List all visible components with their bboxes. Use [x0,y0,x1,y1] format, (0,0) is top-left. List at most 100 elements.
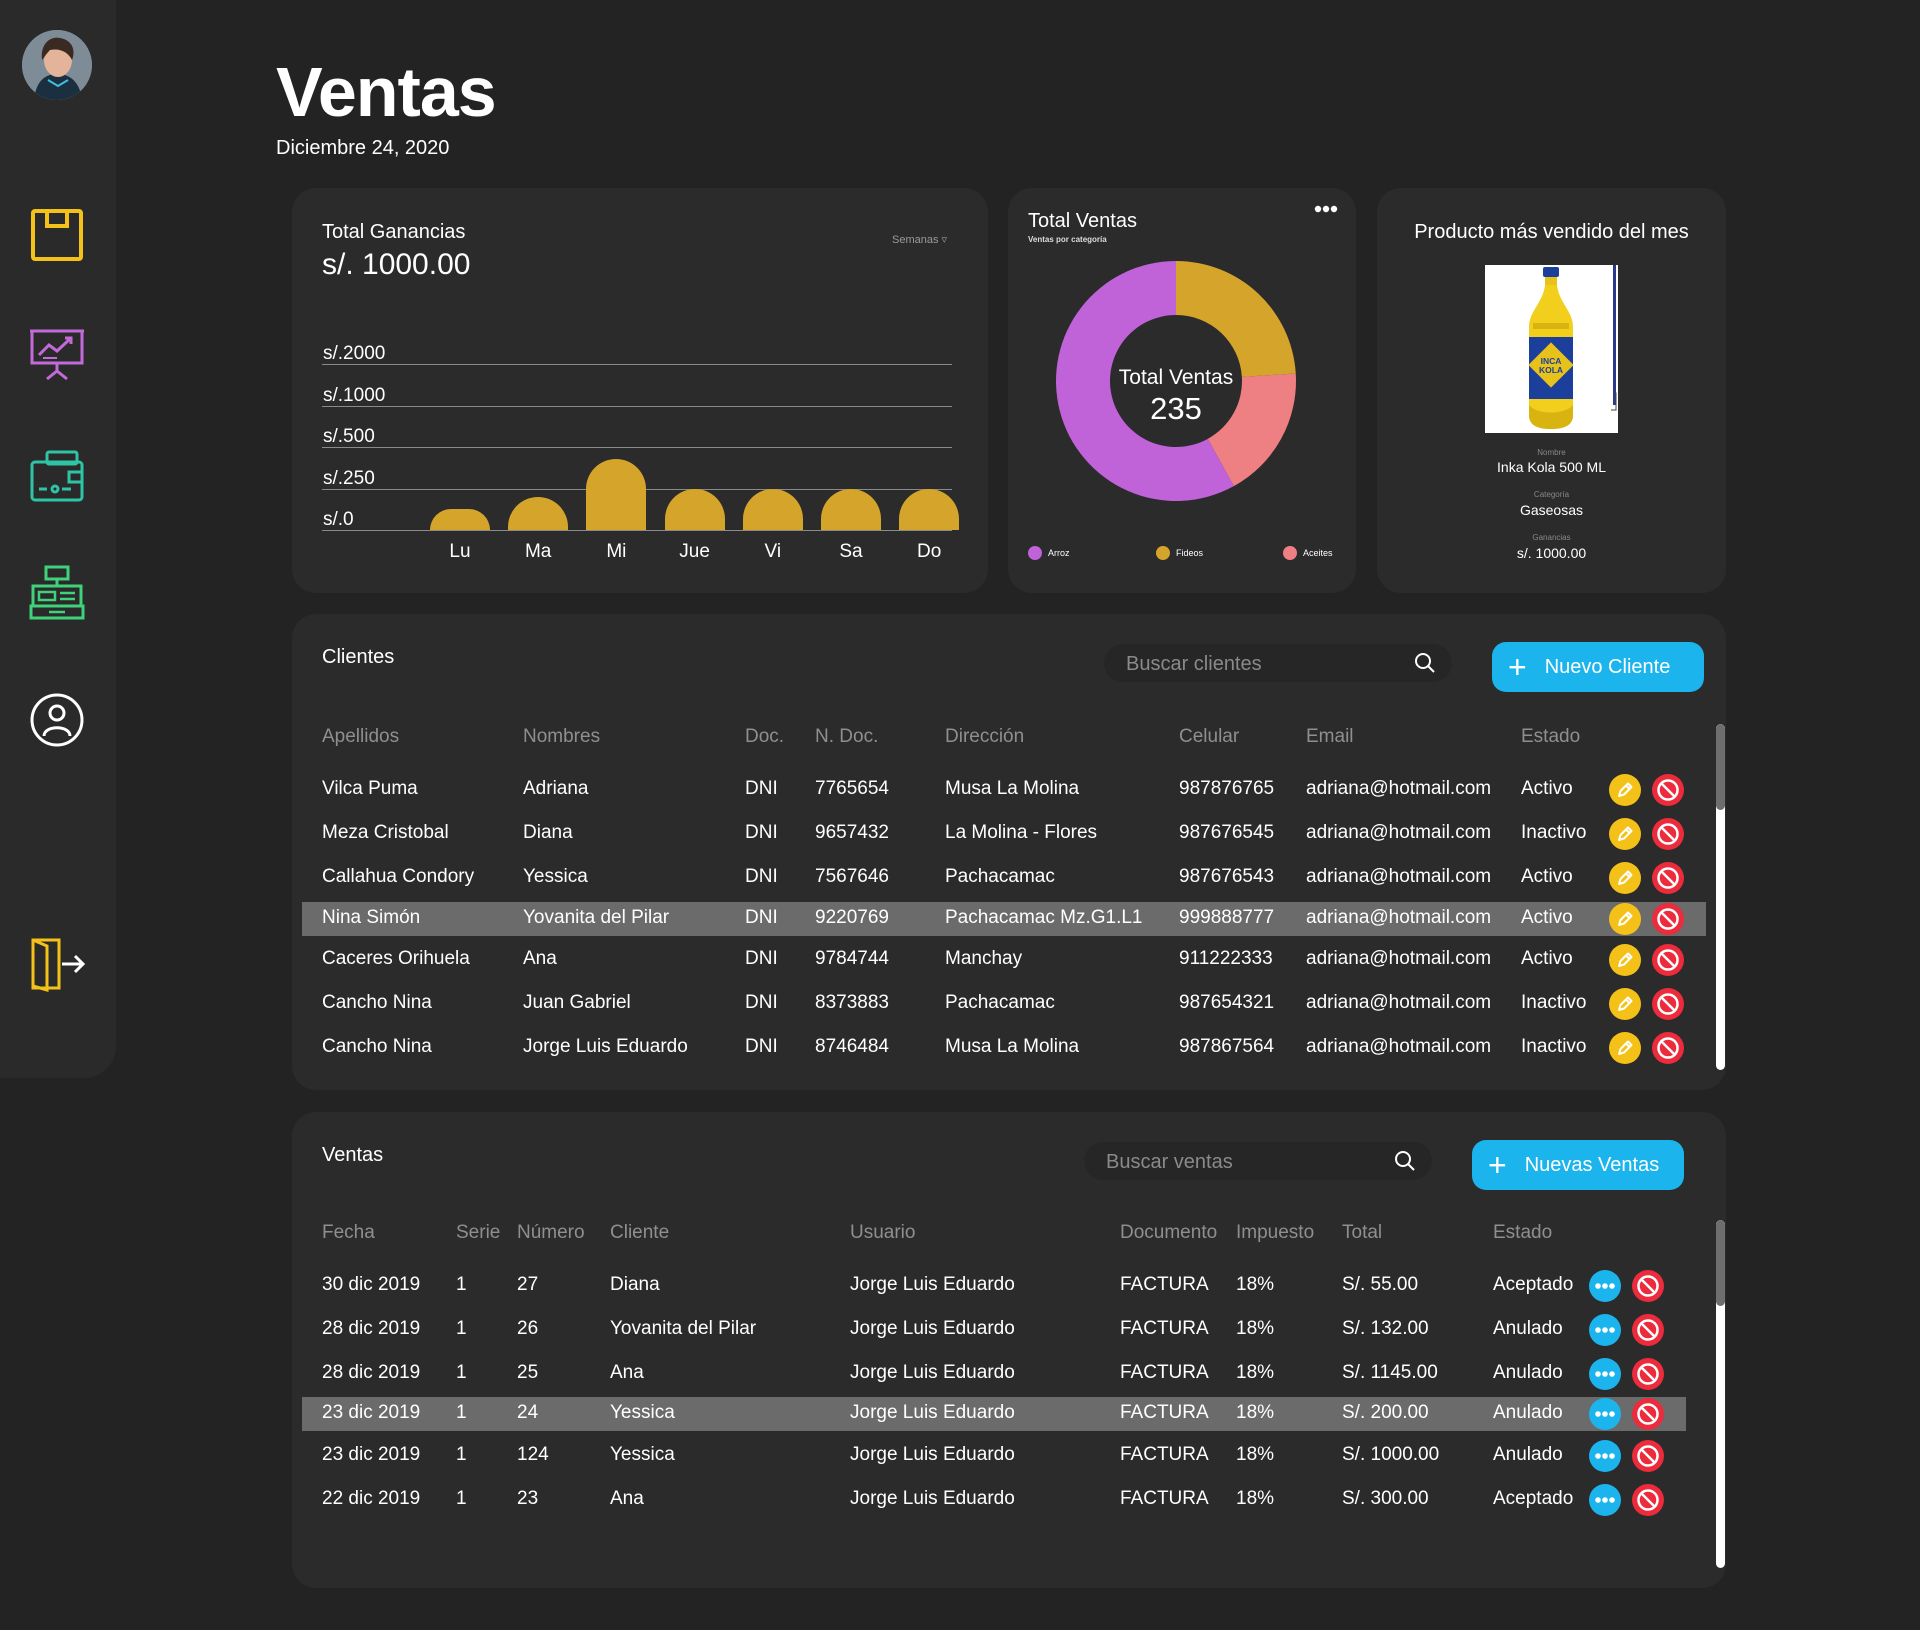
row-action-block[interactable] [1652,818,1684,850]
row-action-primary[interactable] [1589,1398,1621,1430]
edit-pencil-icon[interactable] [1609,774,1641,806]
more-horizontal-icon[interactable] [1589,1314,1621,1346]
more-horizontal-icon[interactable] [1589,1484,1621,1516]
presentation-chart-icon[interactable] [29,325,85,381]
bar-Jue[interactable] [664,488,725,530]
column-header-estado[interactable]: Estado [1493,1222,1552,1244]
column-header-serie[interactable]: Serie [456,1222,500,1244]
block-icon[interactable] [1652,818,1684,850]
column-header-ndoc[interactable]: N. Doc. [815,726,878,748]
row-action-block[interactable] [1652,903,1684,935]
block-icon[interactable] [1632,1398,1664,1430]
column-header-doc[interactable]: Doc. [745,726,784,748]
row-action-primary[interactable] [1609,903,1641,935]
row-action-primary[interactable] [1609,944,1641,976]
column-header-fecha[interactable]: Fecha [322,1222,375,1244]
block-icon[interactable] [1652,774,1684,806]
column-header-total[interactable]: Total [1342,1222,1382,1244]
row-action-block[interactable] [1652,774,1684,806]
row-action-block[interactable] [1652,862,1684,894]
bar-Vi[interactable] [742,488,803,530]
edit-pencil-icon[interactable] [1609,1032,1641,1064]
nuevo-cliente-button[interactable]: + Nuevo Cliente [1492,642,1704,692]
table-row[interactable]: 23 dic 2019 1 24 Yessica Jorge Luis Eduardo F… [302,1397,1686,1431]
column-header-numero[interactable]: Número [517,1222,585,1244]
bar-Lu[interactable] [430,509,490,530]
more-horizontal-icon[interactable] [1589,1358,1621,1390]
column-header-usuario[interactable]: Usuario [850,1222,915,1244]
row-action-primary[interactable] [1609,988,1641,1020]
block-icon[interactable] [1632,1484,1664,1516]
cash-register-icon[interactable] [29,564,85,620]
row-action-primary[interactable] [1609,1032,1641,1064]
block-icon[interactable] [1652,988,1684,1020]
nuevas-ventas-button[interactable]: + Nuevas Ventas [1472,1140,1684,1190]
column-header-estado[interactable]: Estado [1521,726,1580,748]
row-action-primary[interactable] [1589,1270,1621,1302]
row-action-primary[interactable] [1589,1440,1621,1472]
ventas-scrollbar-thumb[interactable] [1716,1220,1725,1306]
column-header-impuesto[interactable]: Impuesto [1236,1222,1314,1244]
edit-pencil-icon[interactable] [1609,818,1641,850]
ventas-scrollbar[interactable] [1716,1220,1725,1568]
table-row[interactable]: Cancho Nina Juan Gabriel DNI 8373883 Pachaca… [302,987,1706,1021]
table-row[interactable]: 23 dic 2019 1 124 Yessica Jorge Luis Eduardo… [302,1439,1686,1473]
row-action-block[interactable] [1632,1398,1664,1430]
column-header-direccion[interactable]: Dirección [945,726,1024,748]
clientes-scrollbar[interactable] [1716,724,1725,1070]
bar-Do[interactable] [899,488,960,530]
row-action-block[interactable] [1632,1484,1664,1516]
period-filter-dropdown[interactable]: Semanas ▿ [892,233,947,246]
block-icon[interactable] [1632,1314,1664,1346]
edit-pencil-icon[interactable] [1609,988,1641,1020]
table-row[interactable]: 28 dic 2019 1 25 Ana Jorge Luis Eduardo FACTU… [302,1357,1686,1391]
clientes-search-input[interactable] [1124,644,1388,684]
row-action-block[interactable] [1652,1032,1684,1064]
column-header-cliente[interactable]: Cliente [610,1222,669,1244]
clientes-scrollbar-thumb[interactable] [1716,724,1725,810]
more-horizontal-icon[interactable] [1589,1398,1621,1430]
table-row[interactable]: 22 dic 2019 1 23 Ana Jorge Luis Eduardo FACTU… [302,1483,1686,1517]
table-row[interactable]: Vilca Puma Adriana DNI 7765654 Musa La Molin… [302,773,1706,807]
row-action-block[interactable] [1652,988,1684,1020]
row-action-block[interactable] [1632,1314,1664,1346]
table-row[interactable]: 28 dic 2019 1 26 Yovanita del Pilar Jorge Lu… [302,1313,1686,1347]
row-action-block[interactable] [1652,944,1684,976]
block-icon[interactable] [1652,862,1684,894]
more-horizontal-icon[interactable] [1314,204,1338,214]
ventas-search-input[interactable] [1104,1142,1368,1182]
block-icon[interactable] [1652,903,1684,935]
row-action-primary[interactable] [1589,1314,1621,1346]
edit-pencil-icon[interactable] [1609,944,1641,976]
search-icon[interactable] [1394,1150,1416,1172]
block-icon[interactable] [1632,1270,1664,1302]
table-row[interactable]: Cancho Nina Jorge Luis Eduardo DNI 8746484 M… [302,1031,1706,1065]
bar-Mi[interactable] [586,459,647,530]
logout-door-icon[interactable] [29,936,85,992]
row-action-primary[interactable] [1609,774,1641,806]
row-action-primary[interactable] [1609,818,1641,850]
column-header-documento[interactable]: Documento [1120,1222,1217,1244]
more-horizontal-icon[interactable] [1589,1270,1621,1302]
column-header-email[interactable]: Email [1306,726,1354,748]
more-horizontal-icon[interactable] [1589,1440,1621,1472]
bar-Sa[interactable] [821,488,881,530]
table-row[interactable]: Meza Cristobal Diana DNI 9657432 La Molina -… [302,817,1706,851]
user-circle-icon[interactable] [29,692,85,748]
edit-pencil-icon[interactable] [1609,862,1641,894]
block-icon[interactable] [1652,1032,1684,1064]
avatar[interactable] [22,30,92,100]
edit-pencil-icon[interactable] [1609,903,1641,935]
table-row[interactable]: 30 dic 2019 1 27 Diana Jorge Luis Eduardo FAC… [302,1269,1686,1303]
column-header-celular[interactable]: Celular [1179,726,1239,748]
bar-Ma[interactable] [508,496,569,530]
block-icon[interactable] [1652,944,1684,976]
row-action-block[interactable] [1632,1440,1664,1472]
column-header-apellidos[interactable]: Apellidos [322,726,399,748]
table-row[interactable]: Callahua Condory Yessica DNI 7567646 Pachaca… [302,861,1706,895]
wallet-icon[interactable] [29,448,85,504]
block-icon[interactable] [1632,1440,1664,1472]
search-icon[interactable] [1414,652,1436,674]
row-action-primary[interactable] [1589,1484,1621,1516]
row-action-block[interactable] [1632,1358,1664,1390]
